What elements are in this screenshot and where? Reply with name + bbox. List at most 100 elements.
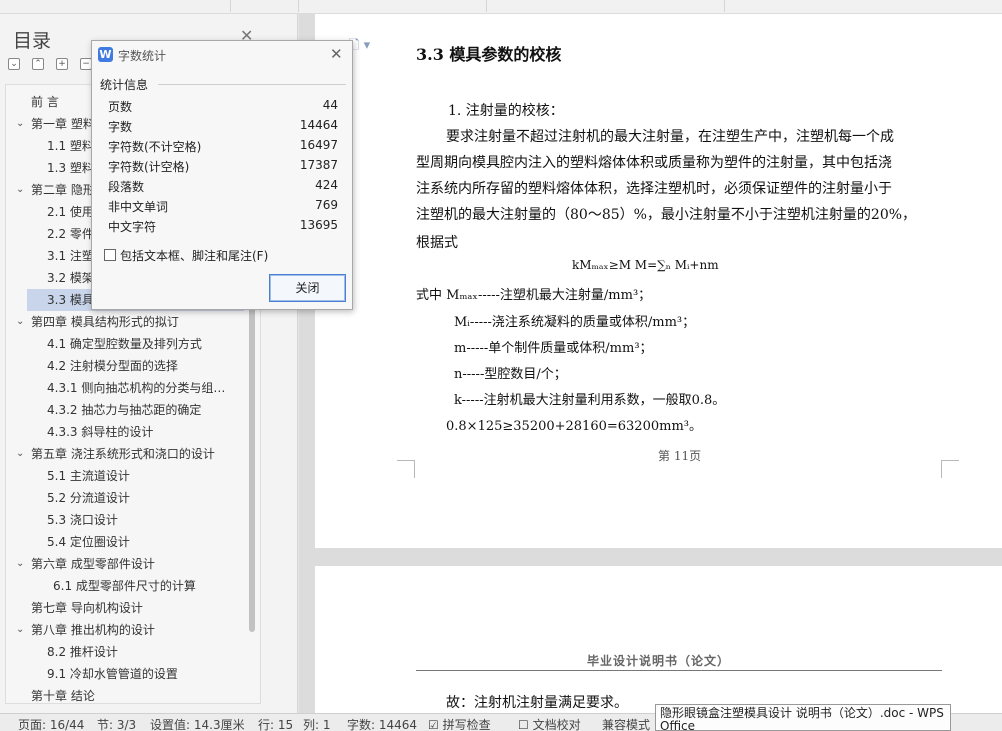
toc-item-label: 1.1 塑料 bbox=[47, 139, 94, 153]
toc-item[interactable]: 4.1 确定型腔数量及排列方式 bbox=[6, 333, 244, 355]
stat-row: 字符数(不计空格) 16497 bbox=[108, 138, 338, 158]
include-textbox-label[interactable]: 包括文本框、脚注和尾注(F) bbox=[120, 247, 268, 264]
section-heading: 3.3 模具参数的校核 bbox=[416, 45, 562, 64]
doc-proof-toggle[interactable]: ☐ 文档校对 bbox=[518, 716, 581, 731]
ruler-tick bbox=[486, 0, 487, 12]
toc-item-label: 4.3.2 抽芯力与抽芯距的确定 bbox=[47, 403, 202, 417]
collapse-all-button[interactable]: ⌃ bbox=[32, 58, 44, 70]
toc-item-label: 5.2 分流道设计 bbox=[47, 491, 130, 505]
spell-check-toggle[interactable]: ☑ 拼写检查 bbox=[428, 716, 491, 731]
expand-all-button[interactable]: ⌄ bbox=[8, 58, 20, 70]
toc-item[interactable]: ⌄ 第六章 成型零部件设计 bbox=[6, 553, 244, 575]
stat-value: 44 bbox=[322, 98, 338, 112]
toc-item-label: 3.3 模具 bbox=[47, 293, 94, 307]
toc-item-label: 第十章 结论 bbox=[31, 689, 95, 703]
definition-line: Mᵢ-----浇注系统凝料的质量或体积/mm³； bbox=[454, 315, 696, 330]
formula: kMₘₐₓ≥M M=∑ₙ Mᵢ+nm bbox=[572, 258, 719, 272]
chevron-down-icon[interactable]: ⌄ bbox=[16, 619, 24, 641]
toc-item[interactable]: ⌄ 第八章 推出机构的设计 bbox=[6, 619, 244, 641]
toc-item[interactable]: 4.2 注射模分型面的选择 bbox=[6, 355, 244, 377]
toc-item[interactable]: 8.2 推杆设计 bbox=[6, 641, 244, 663]
chevron-down-icon[interactable]: ⌄ bbox=[16, 443, 24, 465]
toc-item-label: 第一章 塑料 bbox=[31, 117, 95, 131]
compat-mode-label: 兼容模式 bbox=[602, 718, 651, 731]
stat-label: 段落数 bbox=[108, 180, 145, 194]
ruler-tick bbox=[298, 0, 299, 12]
stat-label: 字数 bbox=[108, 120, 133, 134]
section-divider bbox=[158, 84, 346, 85]
status-line: 行: 15 bbox=[258, 718, 294, 731]
toc-item[interactable]: 第十章 结论 bbox=[6, 685, 244, 703]
toc-item[interactable]: 4.3.1 侧向抽芯机构的分类与组… bbox=[6, 377, 244, 399]
toc-item-label: 1.3 塑料 bbox=[47, 161, 94, 175]
toc-item[interactable]: ⌄ 第五章 浇注系统形式和浇口的设计 bbox=[6, 443, 244, 465]
document-canvas: 3.3 模具参数的校核 1. 注射量的校核： 要求注射量不超过注射机的最大注射量… bbox=[299, 14, 1002, 713]
paragraph-line: 注系统内所存留的塑料熔体体积，选择注塑机时，必须保证塑件的注射量小于 bbox=[416, 181, 892, 197]
toc-item-label: 前 言 bbox=[31, 95, 59, 109]
definition-line: 式中 Mₘₐₓ-----注塑机最大注射量/mm³； bbox=[416, 288, 652, 303]
toc-item-label: 3.1 注塑 bbox=[47, 249, 94, 263]
toc-item[interactable]: 9.1 冷却水管管道的设置 bbox=[6, 663, 244, 685]
stat-row: 非中文单词 769 bbox=[108, 198, 338, 218]
status-wordcount[interactable]: 字数: 14464 bbox=[347, 716, 417, 731]
toc-item[interactable]: 4.3.3 斜导柱的设计 bbox=[6, 421, 244, 443]
word-count-dialog: W 字数统计 ✕ 统计信息 页数 44 字数 14464 字符数(不计空格) 16497 字… bbox=[91, 40, 353, 310]
dialog-close-icon[interactable]: ✕ bbox=[330, 45, 343, 63]
toc-item-label: 5.3 浇口设计 bbox=[47, 513, 118, 527]
stats-section-label: 统计信息 bbox=[100, 78, 149, 92]
document-page[interactable]: 毕业设计说明书（论文） 故：注射机注射量满足要求。 bbox=[315, 566, 1002, 713]
toc-item[interactable]: ⌄ 第四章 模具结构形式的拟订 bbox=[6, 311, 244, 333]
stat-row: 字数 14464 bbox=[108, 118, 338, 138]
toc-item[interactable]: 5.4 定位圈设计 bbox=[6, 531, 244, 553]
add-heading-button[interactable]: + bbox=[56, 58, 68, 70]
toc-item[interactable]: 5.3 浇口设计 bbox=[6, 509, 244, 531]
toc-item-label: 第六章 成型零部件设计 bbox=[31, 557, 155, 571]
chevron-down-icon[interactable]: ⌄ bbox=[16, 311, 24, 333]
dialog-title: 字数统计 bbox=[118, 49, 167, 63]
top-ruler-strip bbox=[0, 0, 1002, 14]
toc-item-label: 5.4 定位圈设计 bbox=[47, 535, 130, 549]
toc-item-label: 第七章 导向机构设计 bbox=[31, 601, 143, 615]
document-page[interactable]: 3.3 模具参数的校核 1. 注射量的校核： 要求注射量不超过注射机的最大注射量… bbox=[315, 14, 1002, 548]
toc-item-label: 4.3.1 侧向抽芯机构的分类与组… bbox=[47, 381, 226, 395]
toc-item-label: 9.1 冷却水管管道的设置 bbox=[47, 667, 178, 681]
window-title-tooltip: 隐形眼镜盒注塑模具设计 说明书（论文）.doc - WPS Office bbox=[655, 704, 951, 731]
stat-label: 字符数(计空格) bbox=[108, 160, 190, 174]
toc-item[interactable]: 第七章 导向机构设计 bbox=[6, 597, 244, 619]
stat-value: 769 bbox=[315, 198, 338, 212]
toc-item[interactable]: 4.3.2 抽芯力与抽芯距的确定 bbox=[6, 399, 244, 421]
toc-item[interactable]: 5.1 主流道设计 bbox=[6, 465, 244, 487]
calculation-line: 0.8×125≥35200+28160=63200mm³。 bbox=[446, 419, 702, 434]
stat-row: 页数 44 bbox=[108, 98, 338, 118]
toc-item-label: 2.2 零件 bbox=[47, 227, 94, 241]
stat-value: 17387 bbox=[299, 158, 338, 172]
close-button[interactable]: 关闭 bbox=[269, 274, 346, 302]
toc-item-label: 第五章 浇注系统形式和浇口的设计 bbox=[31, 447, 215, 461]
paragraph-line: 要求注射量不超过注射机的最大注射量，在注塑生产中，注塑机每一个成 bbox=[446, 129, 894, 145]
stat-value: 13695 bbox=[299, 218, 338, 232]
toc-item[interactable]: 5.2 分流道设计 bbox=[6, 487, 244, 509]
include-textbox-checkbox[interactable] bbox=[104, 249, 116, 261]
toc-item-label: 第四章 模具结构形式的拟订 bbox=[31, 315, 179, 329]
sidebar-title: 目录 bbox=[13, 30, 52, 52]
chevron-down-icon[interactable]: ⌄ bbox=[16, 113, 24, 135]
wps-logo-icon: W bbox=[98, 47, 113, 62]
definition-line: n-----型腔数目/个； bbox=[454, 367, 567, 382]
status-section: 节: 3/3 bbox=[97, 718, 137, 731]
page-number: 第 11页 bbox=[658, 449, 702, 463]
paragraph-line: 根据式 bbox=[416, 235, 458, 251]
toc-item-label: 4.1 确定型腔数量及排列方式 bbox=[47, 337, 202, 351]
toc-item-label: 4.3.3 斜导柱的设计 bbox=[47, 425, 154, 439]
paragraph-line: 注塑机的最大注射量的（80～85）%，最小注射量不小于注塑机注射量的20%， bbox=[416, 207, 917, 223]
status-setting: 设置值: 14.3厘米 bbox=[150, 718, 245, 731]
page-header: 毕业设计说明书（论文） bbox=[587, 654, 731, 668]
ruler-tick bbox=[230, 0, 231, 12]
toc-item-label: 第二章 隐形 bbox=[31, 183, 95, 197]
stat-row: 字符数(计空格) 17387 bbox=[108, 158, 338, 178]
chevron-down-icon[interactable]: ⌄ bbox=[16, 179, 24, 201]
header-rule bbox=[416, 670, 942, 671]
toc-item[interactable]: 6.1 成型零部件尺寸的计算 bbox=[6, 575, 244, 597]
chevron-down-icon[interactable]: ⌄ bbox=[16, 553, 24, 575]
status-page[interactable]: 页面: 16/44 bbox=[18, 716, 84, 731]
toc-item-label: 2.1 使用 bbox=[47, 205, 94, 219]
